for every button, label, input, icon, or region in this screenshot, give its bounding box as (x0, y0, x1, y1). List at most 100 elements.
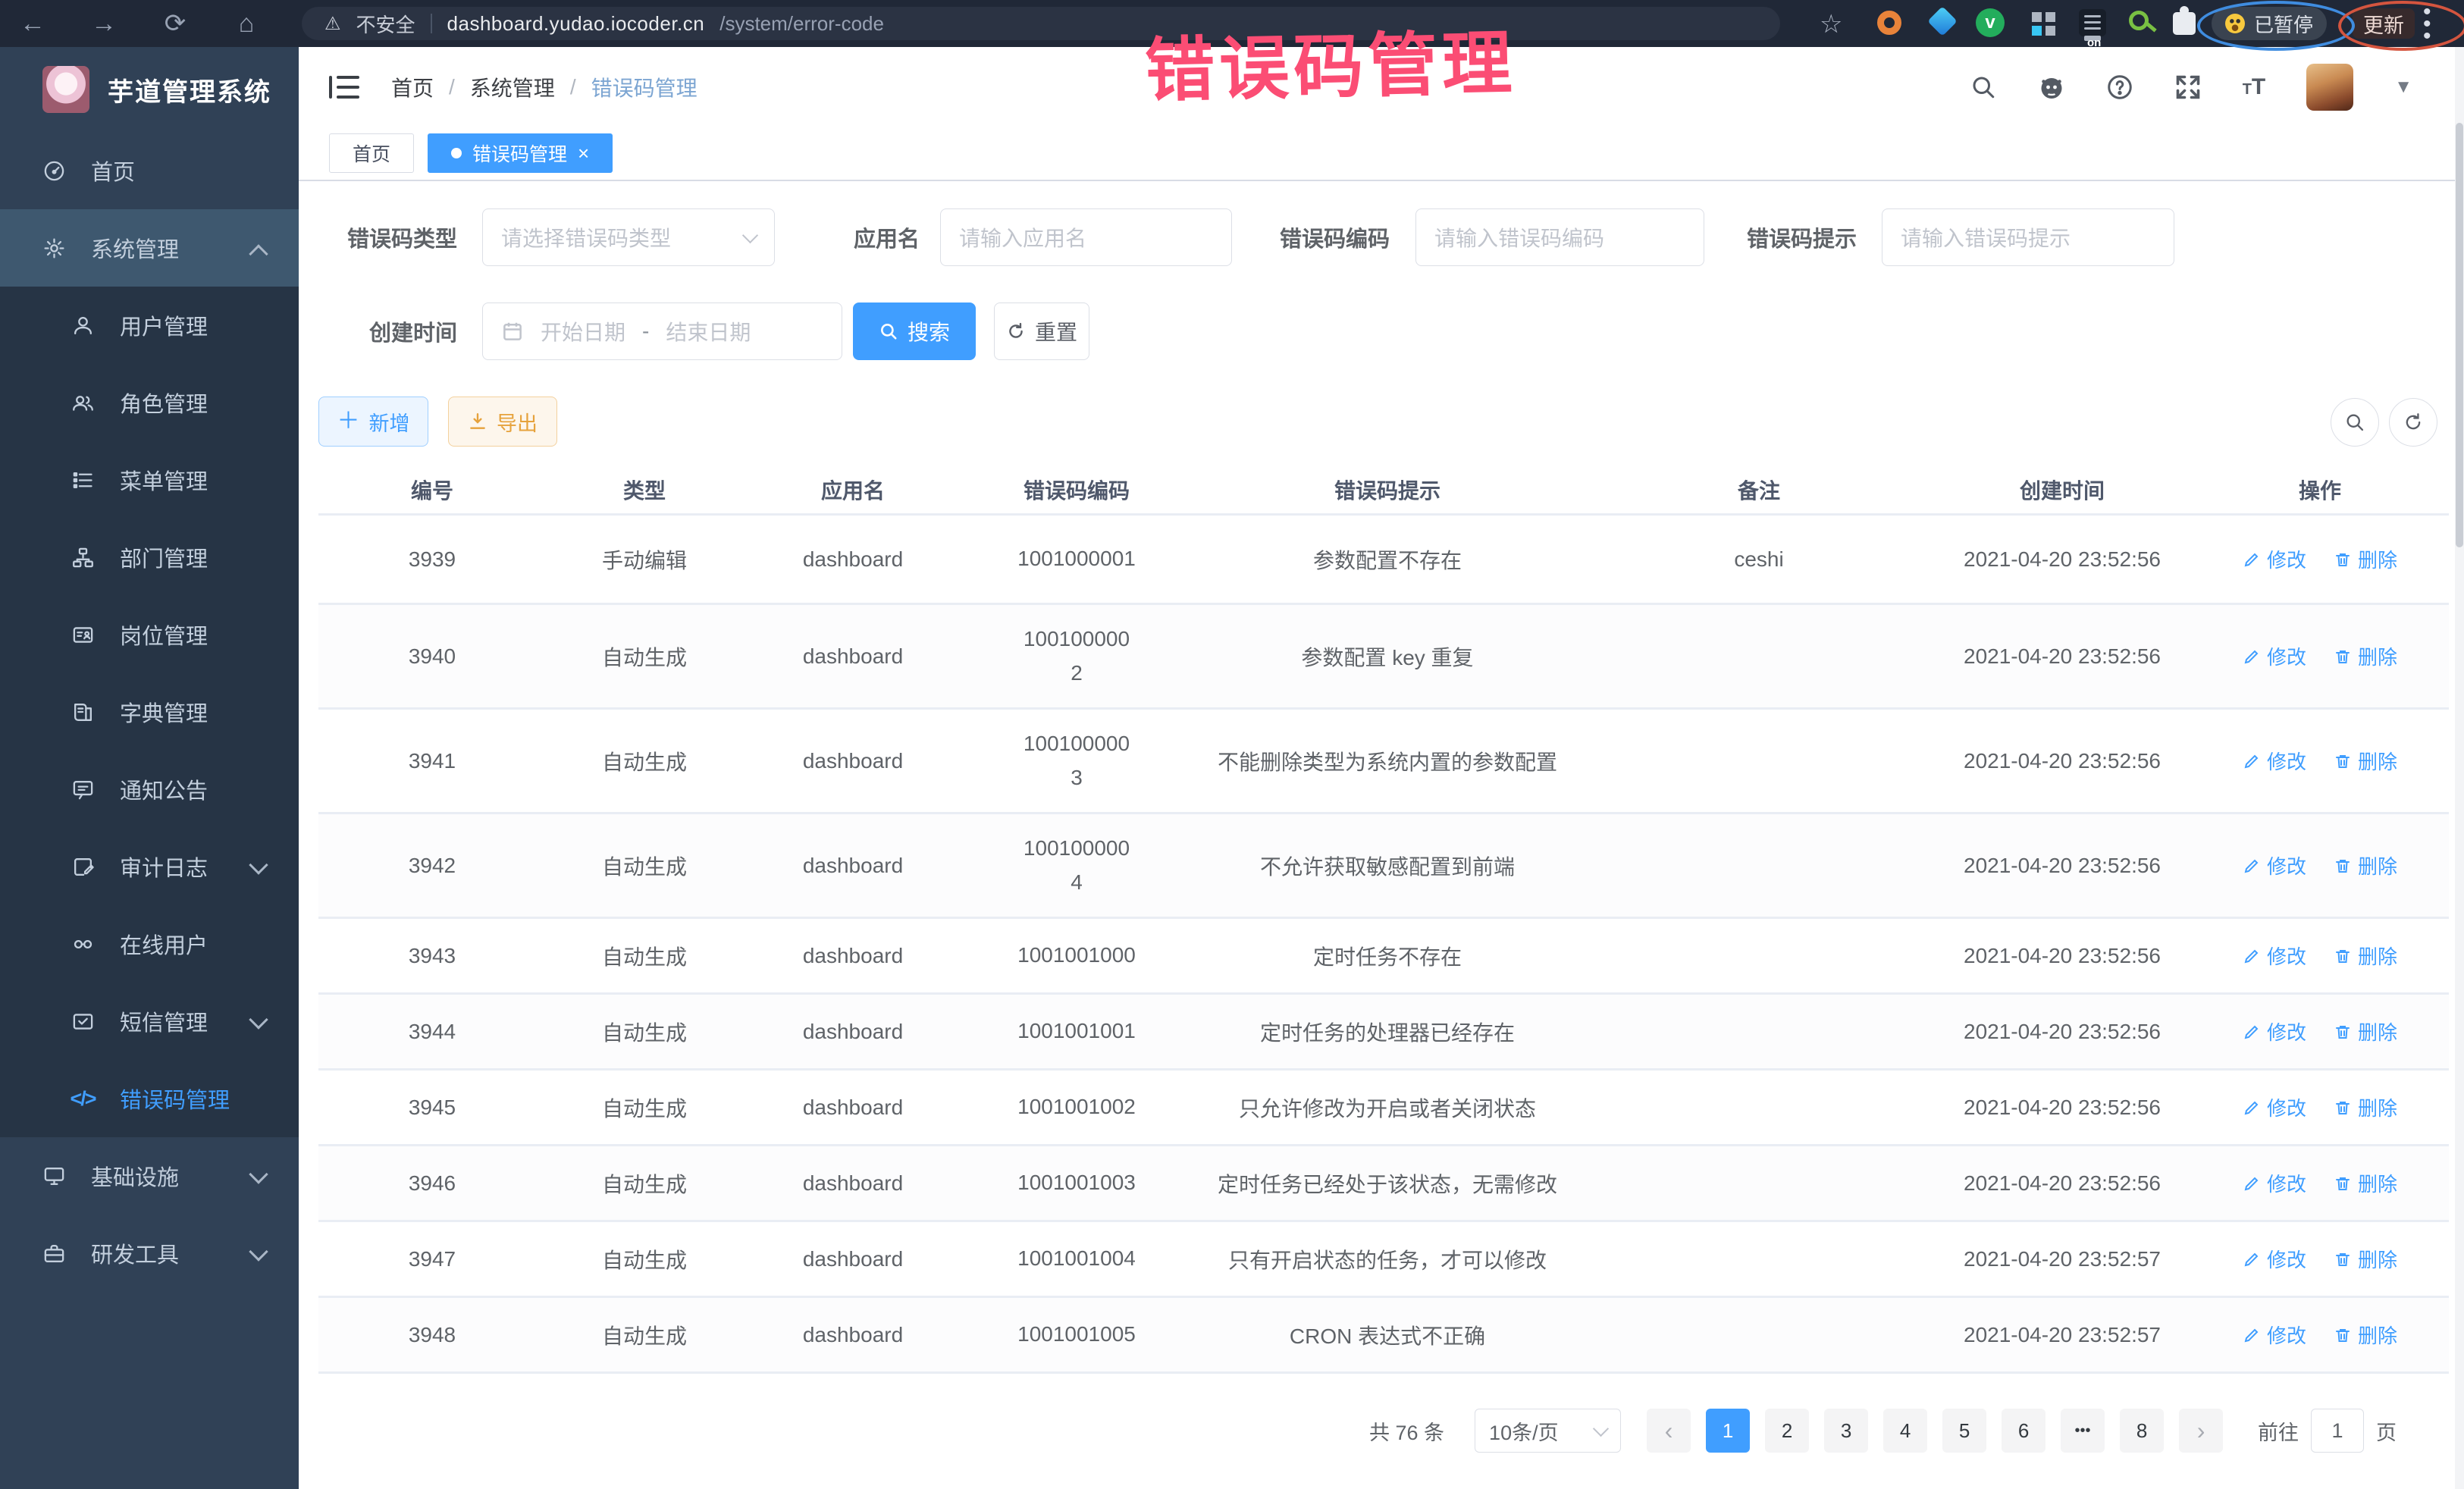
browser-reload-button[interactable]: ⟳ (149, 0, 202, 47)
search-icon[interactable] (1970, 74, 1997, 101)
delete-link[interactable]: 删除 (2334, 747, 2397, 775)
font-size-icon[interactable]: TT (2243, 74, 2266, 100)
prev-page-button[interactable]: ‹ (1647, 1409, 1691, 1453)
sidebar-item-在线用户[interactable]: 在线用户 (0, 905, 299, 983)
sidebar-item-部门管理[interactable]: 部门管理 (0, 519, 299, 596)
edit-link[interactable]: 修改 (2243, 1093, 2306, 1121)
extensions-puzzle-icon[interactable] (2173, 12, 2196, 35)
app-name-input[interactable]: 请输入应用名 (940, 208, 1232, 266)
extension-icon[interactable]: v (1976, 8, 2005, 37)
breadcrumb-item[interactable]: 系统管理 (470, 72, 555, 102)
extension-icon[interactable] (2129, 11, 2149, 30)
edit-link[interactable]: 修改 (2243, 851, 2306, 879)
cell-message: 定时任务的处理器已经存在 (1190, 1012, 1585, 1052)
delete-link[interactable]: 删除 (2334, 1321, 2397, 1349)
delete-link[interactable]: 删除 (2334, 642, 2397, 670)
refresh-table-button[interactable] (2389, 398, 2437, 447)
sidebar-item-菜单管理[interactable]: 菜单管理 (0, 441, 299, 519)
sidebar-item-通知公告[interactable]: 通知公告 (0, 751, 299, 828)
column-header: 错误码编码 (963, 470, 1190, 509)
page-button-5[interactable]: 5 (1942, 1409, 1986, 1453)
page-button-4[interactable]: 4 (1883, 1409, 1927, 1453)
bookmark-star-icon[interactable]: ☆ (1820, 9, 1842, 39)
sidebar-item-研发工具[interactable]: 研发工具 (0, 1215, 299, 1292)
next-page-button[interactable]: › (2179, 1409, 2223, 1453)
fullscreen-icon[interactable] (2174, 74, 2202, 101)
edit-link[interactable]: 修改 (2243, 642, 2306, 670)
user-avatar[interactable] (2306, 64, 2353, 111)
cell-actions: 修改删除 (2191, 1240, 2449, 1277)
github-icon[interactable] (2038, 74, 2065, 101)
sidebar-item-岗位管理[interactable]: 岗位管理 (0, 596, 299, 673)
more-pages-button[interactable]: ••• (2061, 1409, 2105, 1453)
delete-link[interactable]: 删除 (2334, 1245, 2397, 1273)
edit-link[interactable]: 修改 (2243, 1321, 2306, 1349)
edit-link[interactable]: 修改 (2243, 942, 2306, 970)
page-button-8[interactable]: 8 (2120, 1409, 2164, 1453)
gear-icon (39, 237, 68, 260)
delete-link[interactable]: 删除 (2334, 942, 2397, 970)
browser-update-button[interactable]: 更新 (2353, 8, 2415, 39)
error-type-select[interactable]: 请选择错误码类型 (482, 208, 775, 266)
browser-back-button[interactable]: ← (6, 0, 59, 47)
edit-link[interactable]: 修改 (2243, 1169, 2306, 1197)
delete-link[interactable]: 删除 (2334, 1093, 2397, 1121)
extension-icon[interactable] (2032, 12, 2042, 22)
sidebar-item-角色管理[interactable]: 角色管理 (0, 364, 299, 441)
edit-link[interactable]: 修改 (2243, 545, 2306, 573)
browser-forward-button[interactable]: → (77, 0, 130, 47)
delete-link[interactable]: 删除 (2334, 545, 2397, 573)
end-date-placeholder: 结束日期 (666, 316, 751, 346)
close-icon[interactable]: × (578, 143, 589, 163)
error-code-input[interactable]: 请输入错误码编码 (1415, 208, 1704, 266)
sidebar-item-短信管理[interactable]: 短信管理 (0, 983, 299, 1060)
edit-link[interactable]: 修改 (2243, 1245, 2306, 1273)
page-size-select[interactable]: 10条/页 (1475, 1409, 1621, 1453)
goto-page-input[interactable]: 1 (2311, 1409, 2364, 1453)
error-hint-input[interactable]: 请输入错误码提示 (1882, 208, 2174, 266)
sidebar-menu: 首页系统管理用户管理角色管理菜单管理部门管理岗位管理字典管理通知公告审计日志在线… (0, 132, 299, 1292)
sidebar-item-用户管理[interactable]: 用户管理 (0, 287, 299, 364)
extension-icon[interactable]: on (2079, 9, 2106, 36)
tab-error-code[interactable]: 错误码管理 × (428, 133, 613, 173)
cell-message: 定时任务不存在 (1190, 936, 1585, 976)
show-search-toggle-button[interactable] (2331, 398, 2379, 447)
search-button[interactable]: 搜索 (853, 303, 976, 360)
delete-link[interactable]: 删除 (2334, 1169, 2397, 1197)
add-button[interactable]: ＋ 新增 (318, 397, 428, 447)
window-scrollbar[interactable] (2455, 47, 2464, 1489)
logo-image (42, 66, 89, 113)
error-type-label: 错误码类型 (318, 221, 457, 253)
tab-home[interactable]: 首页 (329, 133, 414, 173)
avatar-caret-icon[interactable]: ▼ (2394, 77, 2412, 98)
delete-link[interactable]: 删除 (2334, 851, 2397, 879)
browser-home-button[interactable]: ⌂ (220, 0, 273, 47)
sidebar-item-基础设施[interactable]: 基础设施 (0, 1137, 299, 1215)
breadcrumb-item[interactable]: 首页 (391, 72, 434, 102)
sidebar-item-系统管理[interactable]: 系统管理 (0, 209, 299, 287)
scrollbar-thumb[interactable] (2456, 123, 2463, 547)
sidebar-collapse-icon[interactable] (329, 74, 359, 100)
sidebar-item-审计日志[interactable]: 审计日志 (0, 828, 299, 905)
delete-link[interactable]: 删除 (2334, 1017, 2397, 1045)
profile-paused-chip[interactable]: 已暂停 (2212, 7, 2327, 40)
sidebar-item-字典管理[interactable]: 字典管理 (0, 673, 299, 751)
help-icon[interactable] (2106, 74, 2133, 101)
page-button-2[interactable]: 2 (1765, 1409, 1809, 1453)
cell-app: dashboard (743, 744, 963, 778)
sidebar-item-错误码管理[interactable]: </>错误码管理 (0, 1060, 299, 1137)
sidebar-item-首页[interactable]: 首页 (0, 132, 299, 209)
export-button[interactable]: 导出 (448, 397, 557, 447)
browser-menu-icon[interactable]: ••• (2423, 6, 2431, 42)
page-button-1[interactable]: 1 (1706, 1409, 1750, 1453)
cell-id: 3942 (318, 849, 546, 882)
page-button-3[interactable]: 3 (1824, 1409, 1868, 1453)
date-range-picker[interactable]: 开始日期 - 结束日期 (482, 303, 842, 360)
edit-link[interactable]: 修改 (2243, 1017, 2306, 1045)
page-buttons: ‹ 123456 ••• 8 › (1647, 1409, 2223, 1453)
edit-link[interactable]: 修改 (2243, 747, 2306, 775)
page-button-6[interactable]: 6 (2002, 1409, 2045, 1453)
reset-button[interactable]: 重置 (994, 303, 1089, 360)
extension-icon[interactable] (1877, 11, 1901, 35)
extension-icon[interactable] (1927, 6, 1958, 36)
